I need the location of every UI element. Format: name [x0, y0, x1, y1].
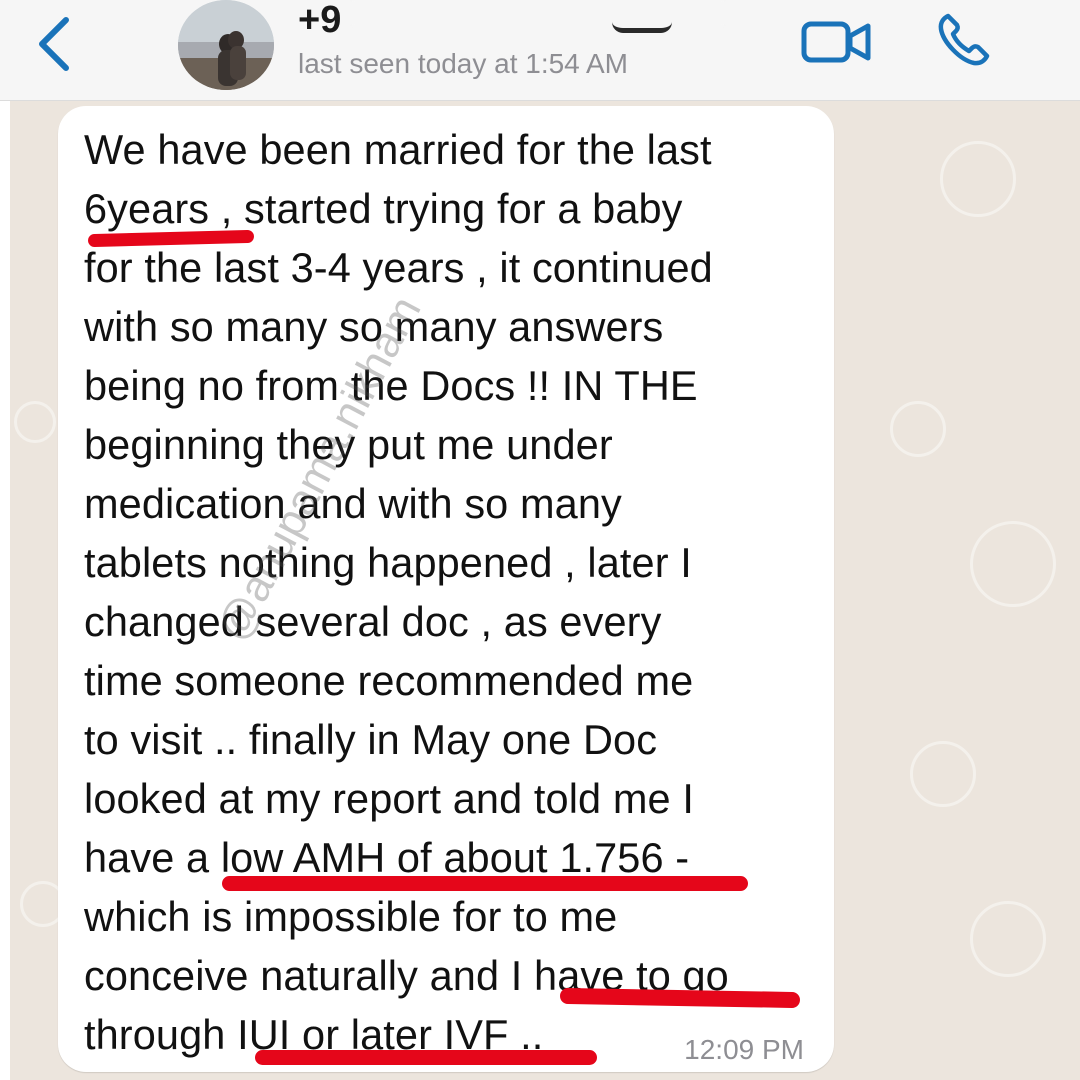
wallpaper-doodle: [970, 521, 1056, 607]
contact-name[interactable]: +9: [298, 0, 341, 36]
message-text: We have been married for the last 6years…: [84, 126, 729, 1058]
name-fragment: [612, 22, 672, 33]
voice-call-button[interactable]: [934, 10, 994, 70]
last-seen-status: last seen today at 1:54 AM: [298, 48, 628, 79]
wallpaper-doodle: [890, 401, 946, 457]
phone-icon: [938, 13, 990, 66]
chevron-left-icon: [39, 17, 69, 71]
wallpaper-doodle: [970, 901, 1046, 977]
chat-header: +9 last seen today at 1:54 AM: [0, 0, 1080, 101]
video-camera-icon: [801, 21, 871, 63]
highlight-underline: [255, 1050, 597, 1065]
message-bubble[interactable]: We have been married for the last 6years…: [58, 106, 834, 1072]
video-call-button[interactable]: [800, 18, 874, 66]
wallpaper-doodle: [940, 141, 1016, 217]
message-timestamp: 12:09 PM: [684, 1034, 804, 1065]
highlight-underline: [222, 876, 748, 891]
wallpaper-doodle: [910, 741, 976, 807]
avatar[interactable]: [178, 0, 274, 90]
avatar-photo: [178, 0, 274, 90]
back-button[interactable]: [30, 14, 80, 74]
wallpaper-doodle: [14, 401, 56, 443]
